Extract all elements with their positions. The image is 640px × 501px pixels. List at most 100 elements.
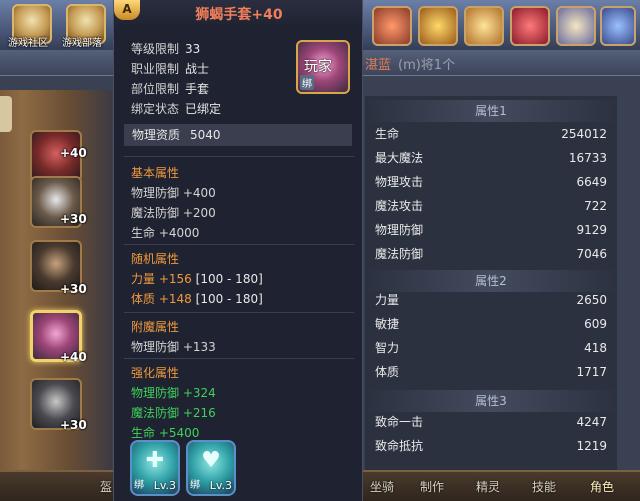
gem-slot-1[interactable]: ✚ 绑 Lv.3 bbox=[130, 440, 180, 496]
attr-value: +324 bbox=[182, 386, 216, 400]
basic-attribute: 物理防御 +400 bbox=[131, 184, 216, 201]
stat-name: 力量 bbox=[375, 293, 400, 307]
player-name: 湛蓝 bbox=[365, 58, 392, 73]
event-icon[interactable] bbox=[372, 6, 412, 46]
random-attribute: 力量 +156 [100 - 180] bbox=[131, 270, 263, 287]
slot-plus: +30 bbox=[60, 418, 87, 432]
flag-icon[interactable] bbox=[600, 6, 636, 46]
stat-row: 魔法攻击 722 bbox=[365, 194, 617, 218]
bound-icon: 绑 bbox=[134, 480, 144, 491]
stat-row: 敏捷 609 bbox=[365, 312, 617, 336]
tab-spirit[interactable]: 精灵 bbox=[476, 478, 500, 495]
tab-armor[interactable]: 盔 bbox=[100, 478, 112, 495]
bound-icon: 绑 bbox=[300, 75, 314, 90]
gift-icon[interactable] bbox=[510, 6, 550, 46]
attr-range: [100 - 180] bbox=[195, 272, 263, 286]
attr-name: 生命 bbox=[131, 226, 156, 240]
stat-row: 生命 254012 bbox=[365, 122, 617, 146]
gem-slot-2[interactable]: ♥ 绑 Lv.3 bbox=[186, 440, 236, 496]
attr-value: +5400 bbox=[158, 426, 200, 440]
level-value: 33 bbox=[185, 42, 201, 56]
header-extra: (m)将1个 bbox=[398, 58, 456, 73]
attr-range: [100 - 180] bbox=[195, 292, 263, 306]
bound-icon: 绑 bbox=[190, 480, 200, 491]
attr-name: 魔法防御 bbox=[131, 206, 180, 220]
castle-icon[interactable] bbox=[556, 6, 596, 46]
divider bbox=[124, 156, 354, 157]
stat-value: 7046 bbox=[576, 247, 607, 261]
item-icon-text: 玩家 bbox=[304, 59, 332, 75]
item-title: 狮蝎手套+40 bbox=[195, 7, 283, 23]
stat-row: 力量 2650 bbox=[365, 288, 617, 312]
attr-value: +4000 bbox=[158, 226, 200, 240]
stat-group-title: 属性1 bbox=[365, 100, 617, 122]
slot-value: 手套 bbox=[185, 82, 210, 96]
stat-name: 物理攻击 bbox=[375, 175, 424, 189]
enchant-attribute: 物理防御 +133 bbox=[131, 338, 216, 355]
basic-attribute: 魔法防御 +200 bbox=[131, 204, 216, 221]
divider bbox=[124, 358, 354, 359]
attr-name: 物理防御 bbox=[131, 386, 180, 400]
stat-name: 致命一击 bbox=[375, 415, 424, 429]
stat-name: 最大魔法 bbox=[375, 151, 424, 165]
quality-label: 物理资质 bbox=[132, 128, 181, 142]
stat-value: 4247 bbox=[576, 415, 607, 429]
enchant-attributes-title: 附魔属性 bbox=[131, 320, 180, 334]
slot-plus: +40 bbox=[60, 350, 87, 364]
quality-value: 5040 bbox=[190, 128, 221, 142]
quality-bar: 物理资质 5040 bbox=[124, 124, 352, 146]
tab-skills[interactable]: 技能 bbox=[532, 478, 556, 495]
level-requirement: 等级限制 33 bbox=[131, 40, 200, 57]
bind-label: 绑定状态 bbox=[131, 102, 180, 116]
stat-name: 生命 bbox=[375, 127, 400, 141]
class-value: 战士 bbox=[185, 62, 210, 76]
bind-value: 已绑定 bbox=[185, 102, 222, 116]
bonus-icon[interactable] bbox=[418, 6, 458, 46]
stat-row: 魔法防御 7046 bbox=[365, 242, 617, 266]
tab-crafting[interactable]: 制作 bbox=[420, 478, 444, 495]
tab-character[interactable]: 角色 bbox=[590, 478, 614, 495]
stat-name: 智力 bbox=[375, 341, 400, 355]
stat-group-title: 属性3 bbox=[365, 390, 617, 412]
attr-name: 物理防御 bbox=[131, 340, 180, 354]
slot-plus: +40 bbox=[60, 146, 87, 160]
attr-name: 物理防御 bbox=[131, 186, 180, 200]
stat-value: 1717 bbox=[576, 365, 607, 379]
gem-level: Lv.3 bbox=[209, 479, 232, 492]
stat-name: 体质 bbox=[375, 365, 400, 379]
stat-value: 722 bbox=[584, 199, 607, 213]
attr-value: +400 bbox=[182, 186, 216, 200]
stat-value: 6649 bbox=[576, 175, 607, 189]
random-attribute: 体质 +148 [100 - 180] bbox=[131, 290, 263, 307]
stat-name: 致命抵抗 bbox=[375, 439, 424, 453]
attr-name: 体质 bbox=[131, 292, 156, 306]
divider bbox=[124, 244, 354, 245]
stat-value: 609 bbox=[584, 317, 607, 331]
random-attributes-title: 随机属性 bbox=[131, 252, 180, 266]
stat-name: 敏捷 bbox=[375, 317, 400, 331]
attr-value: +200 bbox=[182, 206, 216, 220]
stat-row: 致命抵抗 1219 bbox=[365, 434, 617, 458]
attr-value: +156 bbox=[158, 272, 192, 286]
stat-value: 418 bbox=[584, 341, 607, 355]
stat-row: 物理防御 9129 bbox=[365, 218, 617, 242]
basic-attribute: 生命 +4000 bbox=[131, 224, 199, 241]
stat-value: 254012 bbox=[561, 127, 607, 141]
slot-plus: +30 bbox=[60, 282, 87, 296]
stat-value: 1219 bbox=[576, 439, 607, 453]
attr-value: +148 bbox=[158, 292, 192, 306]
attr-name: 生命 bbox=[131, 426, 156, 440]
treasure-icon[interactable] bbox=[464, 6, 504, 46]
enhance-attribute: 魔法防御 +216 bbox=[131, 404, 216, 421]
stat-row: 体质 1717 bbox=[365, 360, 617, 384]
stat-value: 2650 bbox=[576, 293, 607, 307]
slot-plus: +30 bbox=[60, 212, 87, 226]
panel-tab[interactable] bbox=[0, 96, 12, 132]
stat-row: 最大魔法 16733 bbox=[365, 146, 617, 170]
tab-mount[interactable]: 坐骑 bbox=[370, 478, 394, 495]
level-label: 等级限制 bbox=[131, 42, 180, 56]
gloves-item-icon: 玩家 绑 bbox=[296, 40, 350, 94]
stats-panel: 属性1 生命 254012 最大魔法 16733 物理攻击 6649 魔法攻击 722 … bbox=[365, 96, 617, 470]
slot-label: 部位限制 bbox=[131, 82, 180, 96]
stat-row: 致命一击 4247 bbox=[365, 410, 617, 434]
